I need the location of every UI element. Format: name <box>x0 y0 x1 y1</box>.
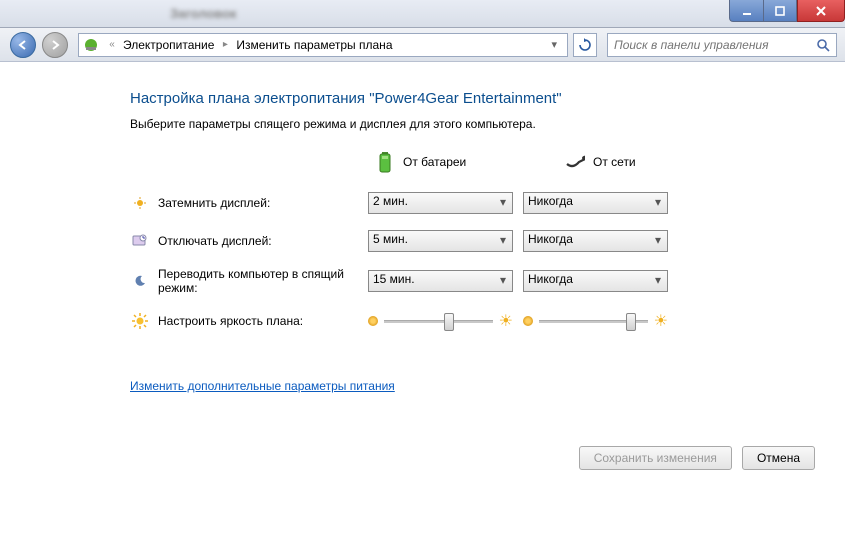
content-area: Настройка плана электропитания "Power4Ge… <box>0 62 845 558</box>
dim-icon <box>130 196 150 210</box>
display-label: Отключать дисплей: <box>158 234 368 248</box>
breadcrumb-prefix: « <box>105 39 119 50</box>
sleep-ac-combo[interactable]: Никогда <box>523 270 668 292</box>
search-icon[interactable] <box>816 38 830 52</box>
dim-ac-combo[interactable]: Никогда <box>523 192 668 214</box>
page-title: Настройка плана электропитания "Power4Ge… <box>130 90 835 107</box>
cancel-button[interactable]: Отмена <box>742 446 815 470</box>
display-ac-combo[interactable]: Никогда <box>523 230 668 252</box>
brightness-battery-slider[interactable]: ☀ <box>368 311 513 331</box>
brightness-high-icon: ☀ <box>654 311 668 331</box>
chevron-right-icon: ▸ <box>218 39 232 50</box>
save-button[interactable]: Сохранить изменения <box>579 446 732 470</box>
brightness-low-icon <box>523 316 533 326</box>
display-battery-combo[interactable]: 5 мин. <box>368 230 513 252</box>
refresh-button[interactable] <box>573 33 597 57</box>
brightness-low-icon <box>368 316 378 326</box>
control-panel-icon <box>83 37 99 53</box>
close-button[interactable] <box>797 0 845 22</box>
minimize-button[interactable] <box>729 0 763 22</box>
breadcrumb-section[interactable]: Электропитание <box>119 38 218 52</box>
title-bar: Заголовок <box>0 0 845 28</box>
column-header-ac: От сети <box>565 149 710 175</box>
sleep-label: Переводить компьютер в спящий режим: <box>158 267 368 295</box>
window-title: Заголовок <box>170 6 237 21</box>
page-subtitle: Выберите параметры спящего режима и дисп… <box>130 117 835 131</box>
forward-button[interactable] <box>42 32 68 58</box>
search-box[interactable] <box>607 33 837 57</box>
battery-icon <box>375 149 395 175</box>
breadcrumb-dropdown-icon[interactable]: ▾ <box>545 38 563 51</box>
breadcrumb[interactable]: « Электропитание ▸ Изменить параметры пл… <box>78 33 568 57</box>
brightness-ac-slider[interactable]: ☀ <box>523 311 668 331</box>
maximize-button[interactable] <box>763 0 797 22</box>
breadcrumb-page[interactable]: Изменить параметры плана <box>232 38 396 52</box>
search-input[interactable] <box>614 38 816 52</box>
display-off-icon <box>130 234 150 248</box>
brightness-icon <box>130 313 150 329</box>
dim-label: Затемнить дисплей: <box>158 196 368 210</box>
column-header-battery: От батареи <box>375 149 520 175</box>
advanced-settings-link[interactable]: Изменить дополнительные параметры питани… <box>130 379 395 393</box>
back-button[interactable] <box>10 32 36 58</box>
sleep-battery-combo[interactable]: 15 мин. <box>368 270 513 292</box>
sleep-icon <box>130 274 150 288</box>
plug-icon <box>565 149 585 175</box>
address-bar: « Электропитание ▸ Изменить параметры пл… <box>0 28 845 62</box>
brightness-high-icon: ☀ <box>499 311 513 331</box>
brightness-label: Настроить яркость плана: <box>158 314 368 328</box>
dim-battery-combo[interactable]: 2 мин. <box>368 192 513 214</box>
